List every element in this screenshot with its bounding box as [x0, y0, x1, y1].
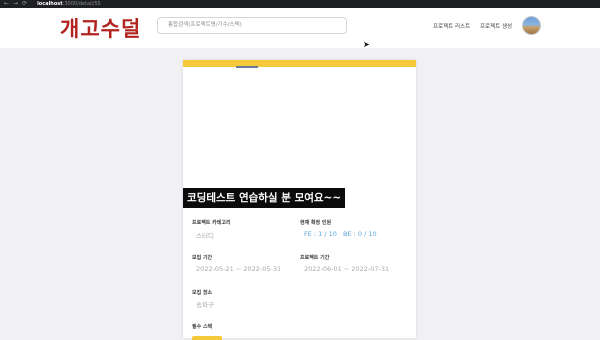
back-icon[interactable]: ←	[4, 0, 9, 8]
url-host: localhost	[37, 1, 63, 7]
category-label: 프로젝트 카테고리	[192, 220, 231, 226]
location-label: 모집 장소	[192, 290, 213, 296]
card-tab-indicator	[236, 66, 258, 68]
nav-project-list[interactable]: 프로젝트 리스트	[433, 22, 470, 30]
members-fe: FE : 1 / 10	[304, 230, 337, 238]
members-label: 현재 확정 인원	[300, 220, 332, 226]
card-top-bar	[183, 60, 416, 67]
avatar[interactable]	[522, 16, 541, 35]
nav-project-create[interactable]: 프로젝트 생성	[480, 22, 512, 30]
address-bar[interactable]: localhost:3000/detail/55	[37, 0, 101, 8]
recruit-period-label: 모집 기간	[192, 255, 213, 261]
reload-icon[interactable]: ⟳	[22, 0, 27, 8]
search-input[interactable]: 통합검색(프로젝트명/기수/스택)	[157, 17, 347, 34]
skill-chip[interactable]	[192, 336, 222, 340]
category-value: 스터디	[196, 232, 214, 240]
url-path: :3000/detail/55	[62, 1, 101, 7]
skills-label: 필수 스택	[192, 324, 213, 330]
browser-toolbar: ← → ⟳ localhost:3000/detail/55	[0, 0, 600, 8]
location-value: 송파구	[196, 301, 214, 309]
site-logo[interactable]: 개고수덜	[60, 13, 141, 43]
project-period-label: 프로젝트 기간	[300, 255, 330, 261]
site-header: 개고수덜 통합검색(프로젝트명/기수/스택) 프로젝트 리스트 프로젝트 생성	[0, 8, 600, 48]
members-be: BE : 0 / 10	[343, 230, 377, 238]
project-title: 코딩테스트 연습하실 분 모여요~~	[183, 188, 346, 208]
project-detail-card: 코딩테스트 연습하실 분 모여요~~ 프로젝트 카테고리 스터디 현재 확정 인…	[183, 60, 416, 340]
recruit-period-value: 2022-05-21 ~ 2022-05-31	[196, 265, 282, 273]
forward-icon[interactable]: →	[13, 0, 18, 8]
mouse-cursor-icon: ➤	[363, 40, 370, 49]
project-period-value: 2022-06-01 ~ 2022-07-31	[304, 265, 390, 273]
